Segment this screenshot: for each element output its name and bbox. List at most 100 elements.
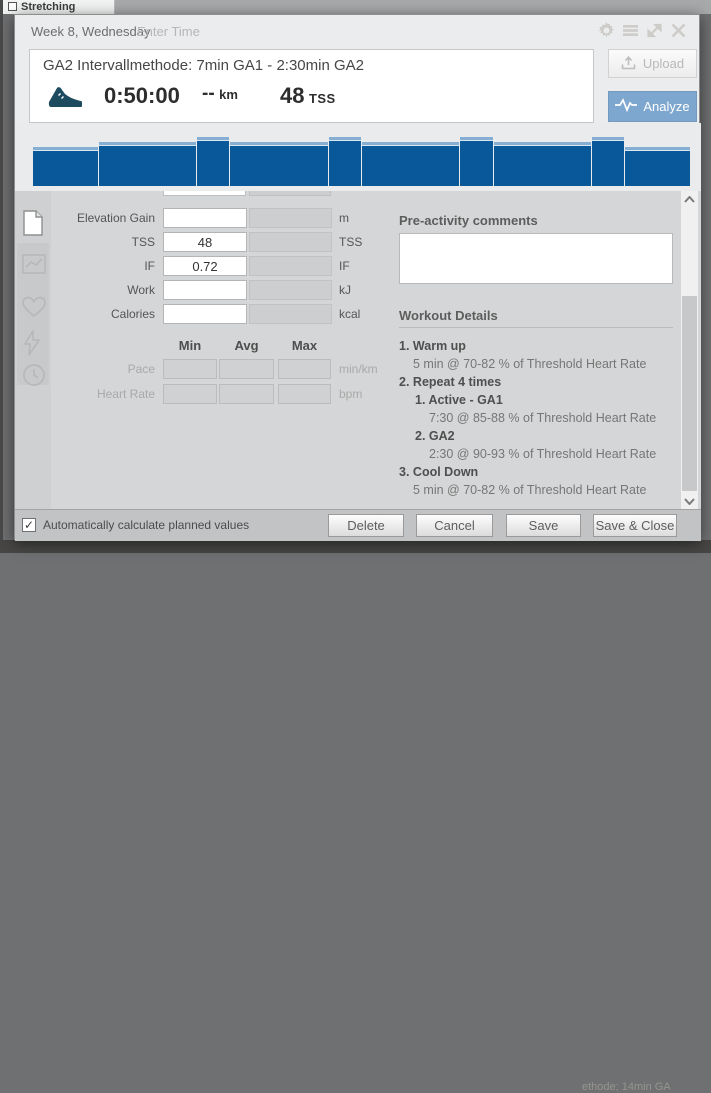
menu-icon[interactable] bbox=[622, 22, 639, 39]
field-unit: bpm bbox=[339, 387, 362, 401]
vertical-scrollbar[interactable] bbox=[681, 191, 698, 509]
substep-ga2: 2. GA2 bbox=[415, 427, 684, 445]
pre-activity-comments-title: Pre-activity comments bbox=[399, 213, 538, 228]
background-calendar-strip: Stretching bbox=[0, 0, 711, 14]
pace-min-input bbox=[163, 359, 217, 379]
graph-bar-ga1 bbox=[494, 142, 591, 186]
save-button[interactable]: Save bbox=[506, 514, 581, 537]
background-divider bbox=[0, 0, 3, 553]
work-planned-input[interactable] bbox=[163, 280, 247, 300]
field-label: Work bbox=[15, 283, 155, 297]
graph-bar-cap bbox=[592, 137, 624, 141]
if-completed-input bbox=[249, 256, 332, 276]
graph-bar-cool-down bbox=[625, 147, 690, 186]
running-shoe-icon bbox=[46, 84, 84, 117]
pace-avg-input bbox=[219, 359, 274, 379]
graph-bar-ga2 bbox=[197, 137, 229, 186]
graph-bar-cap bbox=[230, 142, 327, 146]
tss-unit: TSS bbox=[309, 91, 336, 106]
graph-bar-ga2 bbox=[329, 137, 361, 186]
distance-unit: km bbox=[219, 87, 238, 102]
calories-planned-input[interactable] bbox=[163, 304, 247, 324]
workout-graph-bars bbox=[33, 137, 690, 186]
distance-stat: -- km bbox=[202, 83, 238, 105]
clipped-planned-input[interactable] bbox=[163, 191, 246, 196]
enter-time-link[interactable]: Enter Time bbox=[137, 24, 200, 39]
step-repeat: 2. Repeat 4 times bbox=[399, 373, 684, 391]
elevation-gain-planned-input[interactable] bbox=[163, 208, 247, 228]
field-label: Heart Rate bbox=[15, 387, 155, 401]
background-calendar-item: Stretching bbox=[21, 1, 75, 13]
field-label: IF bbox=[15, 259, 155, 273]
field-unit: IF bbox=[339, 259, 350, 273]
background-clipped-text: ethode; 14min GA bbox=[582, 1081, 671, 1093]
cancel-button[interactable]: Cancel bbox=[416, 514, 493, 537]
elevation-gain-completed-input bbox=[249, 208, 332, 228]
settings-gear-icon[interactable] bbox=[598, 22, 615, 39]
stats-header-max: Max bbox=[278, 338, 331, 353]
field-label: Pace bbox=[15, 362, 155, 376]
scroll-down-icon[interactable] bbox=[681, 493, 698, 509]
heart-rate-min-input bbox=[163, 384, 217, 404]
heart-rate-avg-input bbox=[219, 384, 274, 404]
close-icon[interactable] bbox=[670, 22, 687, 39]
graph-bar-cap bbox=[33, 147, 98, 151]
calories-completed-input bbox=[249, 304, 332, 324]
graph-bar-cap bbox=[494, 142, 591, 146]
step-detail: 5 min @ 70-82 % of Threshold Heart Rate bbox=[399, 355, 684, 373]
auto-calc-checkbox-row[interactable]: ✓ Automatically calculate planned values bbox=[22, 518, 249, 532]
stats-header-min: Min bbox=[163, 338, 217, 353]
graph-bar-cap bbox=[460, 137, 492, 141]
tss-completed-input bbox=[249, 232, 332, 252]
workout-details-list: 1. Warm up 5 min @ 70-82 % of Threshold … bbox=[399, 337, 684, 499]
field-unit: kJ bbox=[339, 283, 351, 297]
duration-value: 0:50:00 bbox=[104, 83, 180, 109]
graph-bar-cap bbox=[99, 142, 196, 146]
tab-power-lightning-icon[interactable] bbox=[22, 330, 44, 354]
modal-title: Week 8, Wednesday bbox=[31, 24, 150, 39]
auto-calc-checkbox[interactable]: ✓ bbox=[22, 518, 36, 532]
background-calendar-cell: Stretching bbox=[3, 0, 115, 14]
analyze-button[interactable]: Analyze bbox=[608, 91, 697, 122]
save-close-button[interactable]: Save & Close bbox=[593, 514, 677, 537]
graph-bar-warm-up bbox=[33, 147, 98, 186]
work-completed-input bbox=[249, 280, 332, 300]
modal-content: Elevation Gain m TSS TSS IF IF Work kJ C… bbox=[15, 191, 701, 509]
tss-stat: 48 TSS bbox=[280, 83, 336, 109]
tss-planned-input[interactable] bbox=[163, 232, 247, 252]
upload-icon bbox=[621, 55, 636, 73]
graph-bar-cap bbox=[625, 147, 690, 151]
graph-bar-ga1 bbox=[362, 142, 459, 186]
upload-label: Upload bbox=[643, 56, 684, 71]
scroll-up-icon[interactable] bbox=[681, 191, 698, 207]
field-label: TSS bbox=[15, 235, 155, 249]
graph-bar-cap bbox=[197, 137, 229, 141]
graph-bar-cap bbox=[329, 137, 361, 141]
delete-button[interactable]: Delete bbox=[328, 514, 404, 537]
scrollbar-thumb[interactable] bbox=[682, 296, 697, 491]
pace-max-input bbox=[278, 359, 331, 379]
background-checkbox-icon bbox=[8, 2, 17, 11]
background-bottom-strip: ethode; 14min GA bbox=[0, 540, 711, 553]
stats-header-avg: Avg bbox=[219, 338, 274, 353]
substep-detail: 2:30 @ 90-93 % of Threshold Heart Rate bbox=[415, 445, 684, 463]
field-unit: m bbox=[339, 211, 349, 225]
workout-details-divider bbox=[399, 327, 673, 328]
distance-value: -- bbox=[202, 83, 215, 104]
if-planned-input[interactable] bbox=[163, 256, 247, 276]
substep-detail: 7:30 @ 85-88 % of Threshold Heart Rate bbox=[415, 409, 684, 427]
upload-button[interactable]: Upload bbox=[608, 49, 697, 78]
workout-editor-modal: Week 8, Wednesday Enter Time GA2 Interva… bbox=[14, 14, 700, 540]
modal-footer: ✓ Automatically calculate planned values… bbox=[15, 509, 701, 541]
expand-icon[interactable] bbox=[646, 22, 663, 39]
workout-summary-card: GA2 Intervallmethode: 7min GA1 - 2:30min… bbox=[29, 49, 594, 123]
field-label: Calories bbox=[15, 307, 155, 321]
pre-activity-comments-textarea[interactable] bbox=[399, 233, 673, 284]
graph-bar-ga2 bbox=[460, 137, 492, 186]
heart-rate-max-input bbox=[278, 384, 331, 404]
analyze-label: Analyze bbox=[643, 99, 689, 114]
substep-active-ga1: 1. Active - GA1 bbox=[415, 391, 684, 409]
graph-bar-ga1 bbox=[99, 142, 196, 186]
clipped-completed-input bbox=[249, 191, 331, 196]
step-detail: 5 min @ 70-82 % of Threshold Heart Rate bbox=[399, 481, 684, 499]
